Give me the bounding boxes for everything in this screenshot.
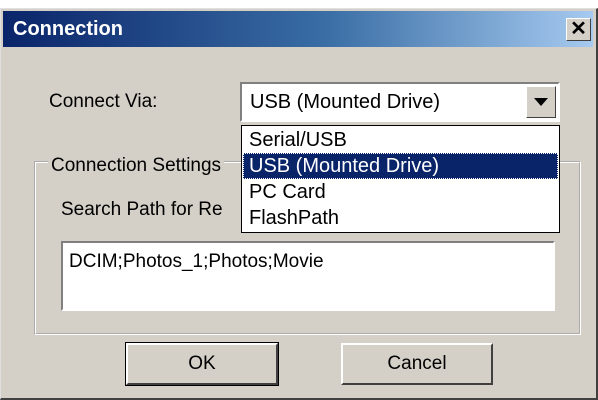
search-path-value: DCIM;Photos_1;Photos;Movie: [69, 251, 324, 272]
ok-button[interactable]: OK: [125, 342, 279, 386]
cropped-text-fragment: [150, 0, 510, 8]
option-usb-mounted-drive[interactable]: USB (Mounted Drive): [243, 153, 558, 179]
connect-via-selected-value: USB (Mounted Drive): [250, 91, 441, 113]
connect-via-select[interactable]: USB (Mounted Drive): [240, 82, 560, 122]
connection-dialog: Connection ✕ Connect Via: USB (Mounted D…: [0, 8, 598, 400]
connect-via-label: Connect Via:: [49, 91, 158, 112]
dialog-title: Connection: [13, 18, 123, 40]
chevron-down-icon: [534, 98, 548, 106]
title-bar[interactable]: Connection ✕: [3, 11, 593, 47]
dropdown-arrow-button[interactable]: [526, 86, 556, 118]
search-path-label: Search Path for Re: [61, 199, 223, 220]
cancel-button[interactable]: Cancel: [341, 343, 493, 385]
search-path-input[interactable]: DCIM;Photos_1;Photos;Movie: [61, 241, 555, 311]
close-button[interactable]: ✕: [566, 18, 591, 41]
connect-via-dropdown-list: Serial/USB USB (Mounted Drive) PC Card F…: [241, 125, 560, 233]
close-icon: ✕: [570, 18, 587, 40]
option-flashpath[interactable]: FlashPath: [243, 205, 558, 231]
connection-settings-label: Connection Settings: [48, 155, 225, 177]
option-serial-usb[interactable]: Serial/USB: [243, 127, 558, 153]
option-pc-card[interactable]: PC Card: [243, 179, 558, 205]
